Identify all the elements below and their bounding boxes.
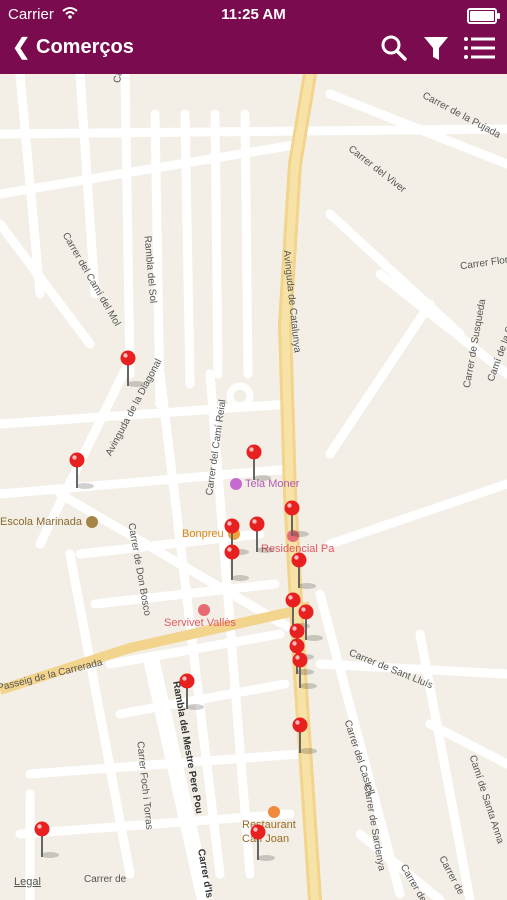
page-title: Comerços [36,36,134,58]
poi-label[interactable]: Servivet Vallès [164,604,236,630]
app-header: Carrier 11:25 AM ❮ Comerços [0,0,507,74]
restaurant-icon [268,806,280,818]
status-time: 11:25 AM [221,6,286,23]
filter-icon[interactable] [420,32,452,64]
legal-link[interactable]: Legal [14,876,41,888]
battery-icon [467,8,500,24]
search-icon[interactable] [378,32,410,64]
street-label: Carrer de [84,874,127,885]
health-icon [287,530,299,542]
vet-icon [198,604,210,616]
map-view[interactable]: Carrer de Ceferi Carrer de la Pujada Car… [0,74,507,900]
back-button[interactable]: ❮ [12,34,30,60]
poi-label[interactable]: Residencial Pa [261,530,334,556]
school-icon [85,516,98,529]
navigation-bar: ❮ Comerços [0,28,507,74]
status-bar: Carrier 11:25 AM [0,0,507,28]
shop-icon [227,528,240,541]
poi-label[interactable]: Restaurant Can Joan [242,806,312,846]
poi-label[interactable]: Escola Marinada [0,516,98,529]
list-icon[interactable] [462,32,495,64]
shop-icon [230,478,242,491]
poi-label[interactable]: Tela Moner [230,478,299,491]
poi-label[interactable]: Bonpreu [182,528,240,541]
